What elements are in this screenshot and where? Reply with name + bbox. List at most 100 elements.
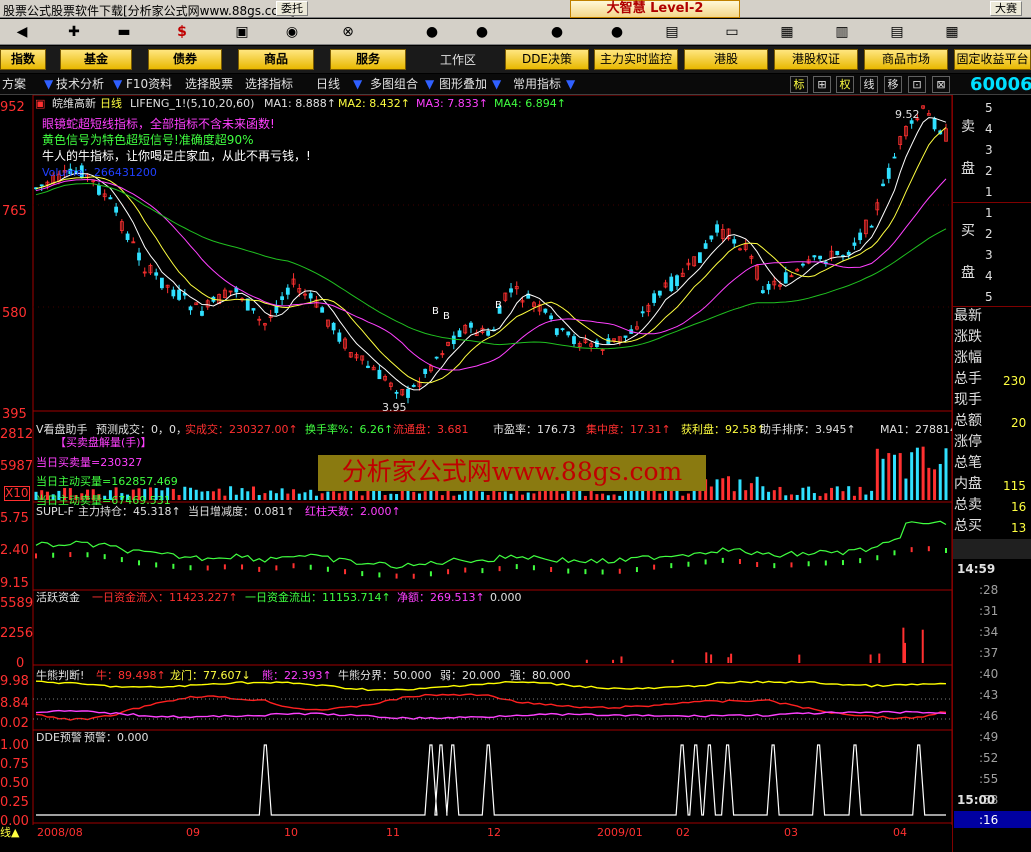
tb-arrow-4[interactable]: ▼: [425, 76, 434, 93]
ruler-icon[interactable]: ▬: [112, 22, 136, 42]
volume-bar: [847, 486, 851, 500]
tb-grid-square[interactable]: ⊞: [813, 76, 831, 93]
volume-bar: [440, 495, 444, 500]
volume-bar: [194, 489, 198, 500]
tb-select-stock[interactable]: 选择股票: [185, 76, 233, 93]
tb-box2-square[interactable]: ⊠: [932, 76, 950, 93]
menu-hk[interactable]: 港股: [684, 49, 768, 70]
tb-daily[interactable]: 日线: [316, 76, 340, 93]
buy-level-4: 4: [985, 269, 993, 283]
globe-icon[interactable]: ●: [470, 22, 494, 42]
doc-icon[interactable]: ▤: [660, 22, 684, 42]
candle-body: [543, 308, 548, 313]
volume-bar: [257, 495, 261, 500]
tb-select-indicator[interactable]: 选择指标: [245, 76, 293, 93]
tb-plan[interactable]: 方案: [2, 76, 26, 93]
active-bar: [727, 657, 730, 663]
volume-bar: [658, 493, 662, 500]
tick-52: :52: [979, 751, 999, 765]
tb-f10[interactable]: F10资料: [126, 76, 172, 93]
window-icon[interactable]: ▭: [720, 22, 744, 42]
table-icon[interactable]: ▥: [830, 22, 854, 42]
tb-rights-square[interactable]: 权: [836, 76, 854, 93]
active-bar: [705, 652, 708, 663]
tick-16: :16: [979, 813, 999, 827]
volume-bar: [377, 490, 381, 500]
candle-body: [766, 283, 771, 290]
ball-icon[interactable]: ●: [420, 22, 444, 42]
tb-tech[interactable]: 技术分析: [56, 76, 104, 93]
layout-icon[interactable]: ▦: [940, 22, 964, 42]
supl-marker: [35, 553, 37, 559]
candle-body: [509, 288, 513, 293]
volume-bar: [887, 453, 891, 500]
volume-bar: [423, 491, 427, 500]
supl-marker: [635, 567, 638, 573]
menu-commodity-market[interactable]: 商品市场: [864, 49, 948, 70]
grid-icon[interactable]: ▦: [775, 22, 799, 42]
volume-bar: [686, 493, 690, 500]
menu-fixed-income[interactable]: 固定收益平台: [954, 49, 1031, 70]
tb-multi[interactable]: 多图组合: [370, 76, 418, 93]
tick-40: :40: [979, 667, 999, 681]
high-price-label: 9.52: [895, 108, 920, 121]
tb-line-square[interactable]: 线: [860, 76, 878, 93]
tb-arrow-1[interactable]: ▼: [44, 76, 53, 93]
ma2-label: MA2: 8.432↑: [338, 97, 410, 110]
volume-bar: [309, 489, 313, 500]
volume-bar: [171, 488, 175, 500]
menu-monitor[interactable]: 主力实时监控: [594, 49, 678, 70]
volume-bar: [784, 495, 788, 500]
menu-service[interactable]: 服务: [330, 49, 406, 70]
menu-fund[interactable]: 基金: [60, 49, 132, 70]
tb-overlay[interactable]: 图形叠加: [439, 76, 487, 93]
tb-arrow-6[interactable]: ▼: [566, 76, 575, 93]
tb-mark-square[interactable]: 标: [790, 76, 808, 93]
candle-body: [909, 120, 914, 124]
chart-icon[interactable]: ▣: [230, 22, 254, 42]
contest-button[interactable]: 大赛: [990, 1, 1022, 16]
tb-arrow-2[interactable]: ▼: [113, 76, 122, 93]
menu-index[interactable]: 指数: [0, 49, 46, 70]
supl-marker: [412, 573, 415, 579]
active-bar: [612, 659, 615, 663]
volume-bar: [538, 491, 542, 500]
menu-commodity[interactable]: 商品: [238, 49, 314, 70]
buy-label-2: 盘: [961, 265, 975, 281]
tb-arrow-5[interactable]: ▼: [492, 76, 501, 93]
traffic-icon[interactable]: ◉: [280, 22, 304, 42]
ma1-label: MA1: 8.888↑: [264, 97, 336, 110]
info-icon[interactable]: ●: [545, 22, 569, 42]
supl-hold: 主力持仓：45.318↑: [78, 505, 181, 518]
x-axis-marker: 线▲: [0, 826, 20, 839]
vol-sub1: 【买卖盘解量(手)】: [55, 436, 152, 449]
tb-box1-square[interactable]: ⊡: [908, 76, 926, 93]
volume-bar: [286, 493, 290, 500]
trade-button[interactable]: 委托: [276, 1, 308, 16]
candle-body: [715, 224, 719, 233]
tick-selected-row[interactable]: :16: [954, 811, 1031, 828]
supl-marker: [515, 564, 518, 570]
tb-move-square[interactable]: 移: [884, 76, 902, 93]
menu-hk-warrant[interactable]: 港股权证: [774, 49, 858, 70]
back-icon[interactable]: ◀: [10, 22, 34, 42]
period-label: 日线: [100, 97, 122, 110]
supl-marker: [447, 569, 450, 575]
candle-body: [160, 277, 164, 289]
candle-body: [869, 225, 874, 228]
menu-dde[interactable]: DDE决策: [505, 49, 589, 70]
supl-marker: [223, 564, 226, 570]
vol-pe: 市盈率：176.73: [493, 423, 576, 436]
forward-icon[interactable]: ●: [605, 22, 629, 42]
stat-total-buy: 总买: [954, 518, 982, 534]
dollar-icon[interactable]: $: [170, 22, 194, 42]
menu-bond[interactable]: 债券: [148, 49, 222, 70]
tools-icon[interactable]: ✚: [62, 22, 86, 42]
candle-body: [709, 235, 714, 240]
list-icon[interactable]: ▤: [885, 22, 909, 42]
binocular-icon[interactable]: ⊗: [336, 22, 360, 42]
tb-arrow-3[interactable]: ▼: [353, 76, 362, 93]
volume-bar: [520, 494, 524, 500]
tb-common[interactable]: 常用指标: [513, 76, 561, 93]
active-title: 活跃资金: [36, 591, 80, 604]
